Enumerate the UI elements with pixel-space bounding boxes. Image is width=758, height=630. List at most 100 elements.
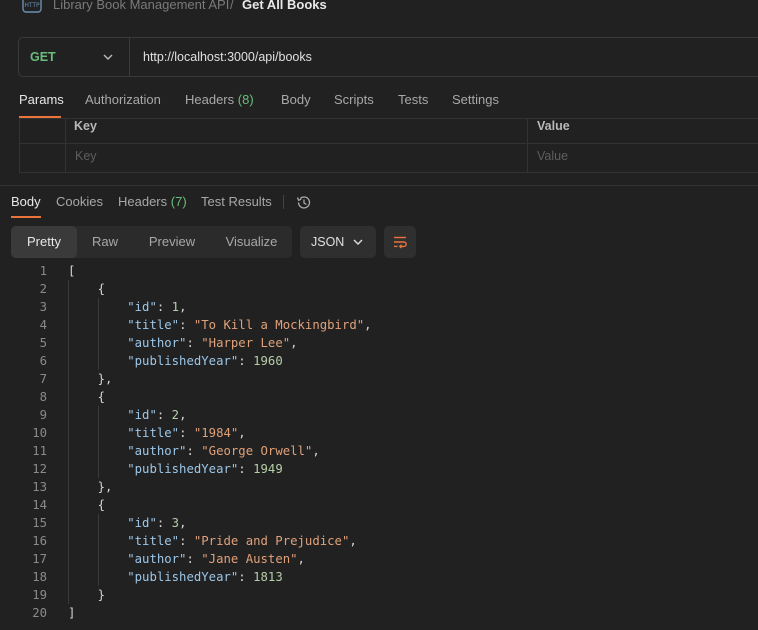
code-text: "title": "To Kill a Mockingbird", (127, 318, 372, 332)
chevron-down-icon (353, 239, 363, 245)
code-text: "id": 1, (127, 300, 187, 314)
code-text: }, (68, 480, 113, 494)
tab-label: Params (19, 92, 64, 107)
tab-tests[interactable]: Tests (398, 92, 428, 107)
tab-authorization[interactable]: Authorization (85, 92, 161, 107)
tab-test-results[interactable]: Test Results (201, 194, 272, 209)
line-number: 19 (32, 588, 47, 602)
http-icon: HTTP (22, 0, 42, 13)
line-number: 13 (32, 480, 47, 494)
column-header-value: Value (537, 119, 570, 133)
code-text: "publishedYear": 1813 (127, 570, 283, 584)
breadcrumb-parent[interactable]: Library Book Management API (53, 0, 229, 12)
tab-label: Authorization (85, 92, 161, 107)
line-number: 16 (32, 534, 47, 548)
code-text: "author": "Harper Lee", (127, 336, 298, 350)
indent-guide (97, 406, 99, 478)
chevron-down-icon (103, 54, 113, 60)
view-preview-button[interactable]: Preview (135, 226, 209, 258)
request-title[interactable]: Get All Books (242, 0, 327, 12)
history-icon[interactable] (295, 194, 312, 211)
wrap-lines-button[interactable] (384, 226, 416, 258)
line-number: 12 (32, 462, 47, 476)
tab-cookies[interactable]: Cookies (56, 194, 103, 209)
code-text: "publishedYear": 1960 (127, 354, 283, 368)
code-text: }, (68, 372, 113, 386)
code-text: "id": 2, (127, 408, 187, 422)
tab-params[interactable]: Params (19, 92, 64, 107)
code-text: [ (68, 264, 76, 278)
line-number: 15 (32, 516, 47, 530)
line-number: 2 (39, 282, 47, 296)
url-input[interactable]: http://localhost:3000/api/books (143, 50, 312, 64)
column-header-key: Key (74, 119, 97, 133)
svg-text:HTTP: HTTP (24, 2, 40, 9)
active-tab-indicator (11, 216, 41, 218)
tab-label: Body (281, 92, 311, 107)
code-text: { (68, 390, 106, 404)
tab-label: Headers (185, 92, 235, 107)
view-visualize-button[interactable]: Visualize (211, 226, 292, 258)
tab-label: Body (11, 194, 41, 209)
wrap-lines-icon (394, 236, 407, 249)
indent-guide (68, 280, 69, 604)
url-bar: GET http://localhost:3000/api/books (18, 37, 758, 77)
column-divider (527, 119, 528, 172)
tab-settings[interactable]: Settings (452, 92, 499, 107)
table-header-row (20, 119, 758, 144)
code-text: "author": "Jane Austen", (127, 552, 305, 566)
tab-label: Tests (398, 92, 429, 107)
line-number: 3 (39, 300, 47, 314)
format-select[interactable]: JSON (300, 226, 376, 258)
line-number: 14 (32, 498, 47, 512)
code-text: } (68, 588, 106, 602)
tab-separator (283, 195, 284, 209)
tab-label: Headers (118, 194, 168, 209)
line-number: 1 (39, 264, 47, 278)
view-raw-button[interactable]: Raw (77, 226, 133, 258)
tab-label: Settings (452, 92, 499, 107)
line-number: 20 (32, 606, 47, 620)
value-input[interactable]: Value (537, 149, 568, 163)
line-number: 8 (39, 390, 47, 404)
code-text: { (68, 282, 106, 296)
code-text: "publishedYear": 1949 (127, 462, 283, 476)
line-number: 17 (32, 552, 47, 566)
key-input[interactable]: Key (75, 149, 97, 163)
code-text: "id": 3, (127, 516, 187, 530)
line-number: 7 (39, 372, 47, 386)
method-label: GET (30, 50, 56, 64)
line-number: 6 (39, 354, 47, 368)
tab-response-headers[interactable]: Headers (7) (118, 194, 187, 209)
column-divider (65, 119, 66, 172)
tab-count: (8) (237, 92, 254, 107)
line-number: 4 (39, 318, 47, 332)
tab-scripts[interactable]: Scripts (334, 92, 374, 107)
section-divider (0, 185, 758, 186)
view-mode-group: Pretty Raw Preview Visualize (11, 226, 292, 258)
line-number: 11 (32, 444, 47, 458)
tab-label: Scripts (334, 92, 374, 107)
tab-response-body[interactable]: Body (11, 194, 41, 209)
view-pretty-button[interactable]: Pretty (11, 226, 77, 258)
line-number: 10 (32, 426, 47, 440)
params-table: Key Value Key Value (19, 118, 758, 173)
line-number: 9 (39, 408, 47, 422)
method-select[interactable]: GET (19, 38, 130, 76)
code-text: "author": "George Orwell", (127, 444, 320, 458)
indent-guide (97, 298, 99, 370)
code-text: "title": "Pride and Prejudice", (127, 534, 357, 548)
tab-headers[interactable]: Headers (8) (185, 92, 254, 107)
format-label: JSON (311, 235, 345, 249)
tab-label: Cookies (56, 194, 103, 209)
line-number: 5 (39, 336, 47, 350)
code-text: { (68, 498, 106, 512)
code-text: "title": "1984", (127, 426, 246, 440)
line-number: 18 (32, 570, 47, 584)
tab-label: Test Results (201, 194, 272, 209)
tab-count: (7) (170, 194, 187, 209)
code-text: ] (68, 606, 76, 620)
breadcrumb-separator: / (230, 0, 234, 12)
tab-body[interactable]: Body (281, 92, 311, 107)
indent-guide (97, 514, 99, 586)
